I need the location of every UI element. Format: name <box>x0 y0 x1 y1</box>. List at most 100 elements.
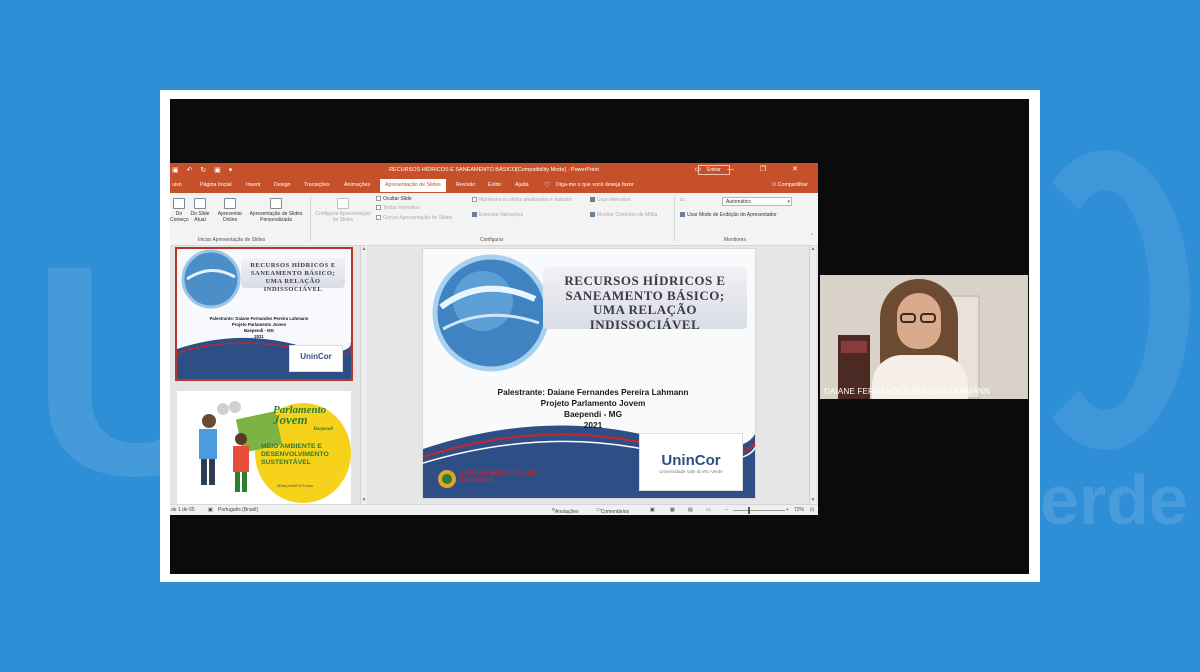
tab-animations[interactable]: Animações <box>344 182 370 188</box>
from-beginning-button[interactable]: Do Começo <box>170 198 189 223</box>
keep-updated-label: Mantenha os slides atualizados e datados <box>479 197 573 203</box>
camara-logo-text: CÂMARA MUNICIPAL DE BAEPENDI <box>459 470 536 484</box>
zoom-slider-thumb[interactable] <box>748 507 750 514</box>
ribbon-separator <box>310 197 311 241</box>
record-label: Gravar Apresentação de Slides <box>383 215 453 221</box>
slideshow-start-icon <box>173 198 185 209</box>
slide-scrollbar[interactable]: ▲ ▼ <box>809 246 816 504</box>
slide-title-box: RECURSOS HÍDRICOS E SANEAMENTO BÁSICO; U… <box>543 267 747 331</box>
share-label: Compartilhar <box>777 182 808 188</box>
checkbox-show-media <box>590 212 595 217</box>
share-button[interactable]: ⚇ Compartilhar <box>771 182 808 188</box>
slide-thumbnail-2[interactable]: Parlamento Jovem Baependi MEIO AMBIENTE … <box>177 391 351 504</box>
keep-updated-checkbox[interactable]: Mantenha os slides atualizados e datados <box>472 197 572 204</box>
collapse-ribbon-icon[interactable]: ⌃ <box>810 233 814 240</box>
zoom-in-button[interactable]: + <box>786 507 789 513</box>
hide-slide-button[interactable]: Ocultar Slide <box>376 196 412 203</box>
year-line: 2021 <box>583 420 603 430</box>
present-online-label: Apresentar Online <box>217 211 243 223</box>
presenter-view-checkbox[interactable]: Usar Modo de Exibição do Apresentador <box>680 212 777 219</box>
notes-button[interactable]: ≡ Anotações <box>552 507 579 515</box>
tab-review[interactable]: Revisão <box>456 182 475 188</box>
monitor-select[interactable]: Automático ▾ <box>722 197 792 206</box>
ribbon-separator <box>674 197 675 241</box>
comments-button[interactable]: ▭ Comentários <box>596 507 629 515</box>
slide-title: RECURSOS HÍDRICOS E SANEAMENTO BÁSICO; U… <box>564 273 726 332</box>
checkbox-use-timings <box>590 197 595 202</box>
scroll-down-icon[interactable]: ▼ <box>361 497 367 504</box>
scroll-up-icon[interactable]: ▲ <box>810 246 816 253</box>
setup-show-label: Configurar Apresentação de Slides <box>315 211 371 223</box>
participant-video-tile: DAIANE FERNANDES PEREIRA LAHMANN <box>820 275 1028 399</box>
group-start-slideshow-label: Iniciar Apresentação de Slides <box>198 237 266 243</box>
present-online-icon <box>224 198 236 209</box>
tab-slide-show[interactable]: Apresentação de Slides <box>380 179 446 192</box>
slide-thumbnail-1[interactable]: RECURSOS HÍDRICOS E SANEAMENTO BÁSICO; U… <box>175 247 353 381</box>
lightbulb-icon: ♡ <box>544 182 551 189</box>
from-current-slide-button[interactable]: Do Slide Atual <box>188 198 212 223</box>
reading-view-icon[interactable]: ▤ <box>688 507 693 513</box>
spellcheck-icon[interactable]: ▣ <box>208 507 213 513</box>
glasses-left-lens <box>900 313 916 323</box>
tab-help[interactable]: Ajuda <box>515 182 529 188</box>
zoom-out-button[interactable]: − <box>725 507 728 513</box>
custom-show-icon <box>270 198 282 209</box>
tab-insert[interactable]: Inserir <box>246 182 261 188</box>
tab-file[interactable]: uivo <box>172 182 182 188</box>
thumb1-title-box: RECURSOS HÍDRICOS E SANEAMENTO BÁSICO; U… <box>241 258 345 293</box>
slideshow-view-icon[interactable]: ▭ <box>706 507 711 513</box>
slide-info: Palestrante: Daiane Fernandes Pereira La… <box>483 387 703 431</box>
from-current-label: Do Slide Atual <box>190 211 210 223</box>
setup-show-icon <box>337 198 349 209</box>
status-bar: de 1 de 65 ▣ Português (Brasil) ≡ Anotaç… <box>170 504 818 515</box>
record-slide-show-button[interactable]: Gravar Apresentação de Slides <box>376 215 452 222</box>
setup-slide-show-button[interactable]: Configurar Apresentação de Slides <box>312 198 374 223</box>
present-online-button[interactable]: Apresentar Online <box>214 198 246 223</box>
scroll-down-icon[interactable]: ▼ <box>810 497 816 504</box>
zoom-slider[interactable] <box>733 510 785 511</box>
ribbon-slide-show: Do Começo Do Slide Atual Apresentar Onli… <box>170 193 818 246</box>
ribbon-tabs: uivo Página Inicial Inserir Design Trans… <box>170 178 818 193</box>
slide-sorter-icon[interactable]: ▦ <box>670 507 675 513</box>
tab-home[interactable]: Página Inicial <box>200 182 232 188</box>
hide-slide-label: Ocultar Slide <box>383 196 412 202</box>
glasses-right-lens <box>920 313 936 323</box>
tab-transitions[interactable]: Transições <box>304 182 330 188</box>
rehearse-timings-button[interactable]: Testar Intervalos <box>376 205 420 212</box>
show-media-controls-checkbox[interactable]: Mostrar Controles de Mídia <box>590 212 657 219</box>
fit-slide-icon[interactable]: ⊡ <box>810 507 814 513</box>
use-timings-checkbox[interactable]: Usar Intervalos <box>590 197 631 204</box>
project-line: Projeto Parlamento Jovem <box>540 398 646 408</box>
thumb1-info: Palestrante: Daiane Fernandes Pereira La… <box>207 316 311 340</box>
thumb1-unincor-logo: UninCor <box>289 345 343 372</box>
hide-slide-icon <box>376 196 381 201</box>
group-monitors-label: Monitores <box>724 237 746 243</box>
custom-slide-show-button[interactable]: Apresentação de Slides Personalizada <box>244 198 308 223</box>
comments-label: Comentários <box>600 509 630 515</box>
thumb1-logo-text: UninCor <box>300 352 332 361</box>
language-indicator[interactable]: Português (Brasil) <box>218 507 258 513</box>
tab-view[interactable]: Exibir <box>488 182 501 188</box>
background-watermark-verde: erde <box>1040 461 1188 539</box>
window-controls[interactable]: ▭ — ❐ ✕ <box>694 165 810 173</box>
thumbnails-scrollbar[interactable]: ▲ ▼ <box>360 246 367 504</box>
current-slide[interactable]: RECURSOS HÍDRICOS E SANEAMENTO BÁSICO; U… <box>422 248 756 499</box>
tab-design[interactable]: Design <box>274 182 291 188</box>
checkbox-presenter-view <box>680 212 685 217</box>
slide-thumbnails-pane: RECURSOS HÍDRICOS E SANEAMENTO BÁSICO; U… <box>170 246 368 504</box>
city-line: Baependi - MG <box>563 409 623 419</box>
show-media-label: Mostrar Controles de Mídia <box>597 212 658 218</box>
tell-me-search[interactable]: Diga-me o que você deseja fazer <box>556 182 634 188</box>
slideshow-current-icon <box>194 198 206 209</box>
thumb2-hashtag: #BaependiPorTodos <box>277 483 314 488</box>
background-swirl-logo <box>1020 150 1190 450</box>
play-narrations-checkbox[interactable]: Executar Narrações <box>472 212 523 219</box>
normal-view-icon[interactable]: ▣ <box>650 507 655 513</box>
zoom-level[interactable]: 72% <box>794 507 804 513</box>
video-call-screen: ▣ ↶ ↻ ▣ ▾ RECURSOS HÍDRICOS E SANEAMENTO… <box>170 99 1029 574</box>
play-narrations-label: Executar Narrações <box>479 212 524 218</box>
chevron-down-icon: ▾ <box>787 199 790 205</box>
scroll-up-icon[interactable]: ▲ <box>361 246 367 253</box>
thumb1-year: 2021 <box>254 334 264 339</box>
rehearse-icon <box>376 205 381 210</box>
